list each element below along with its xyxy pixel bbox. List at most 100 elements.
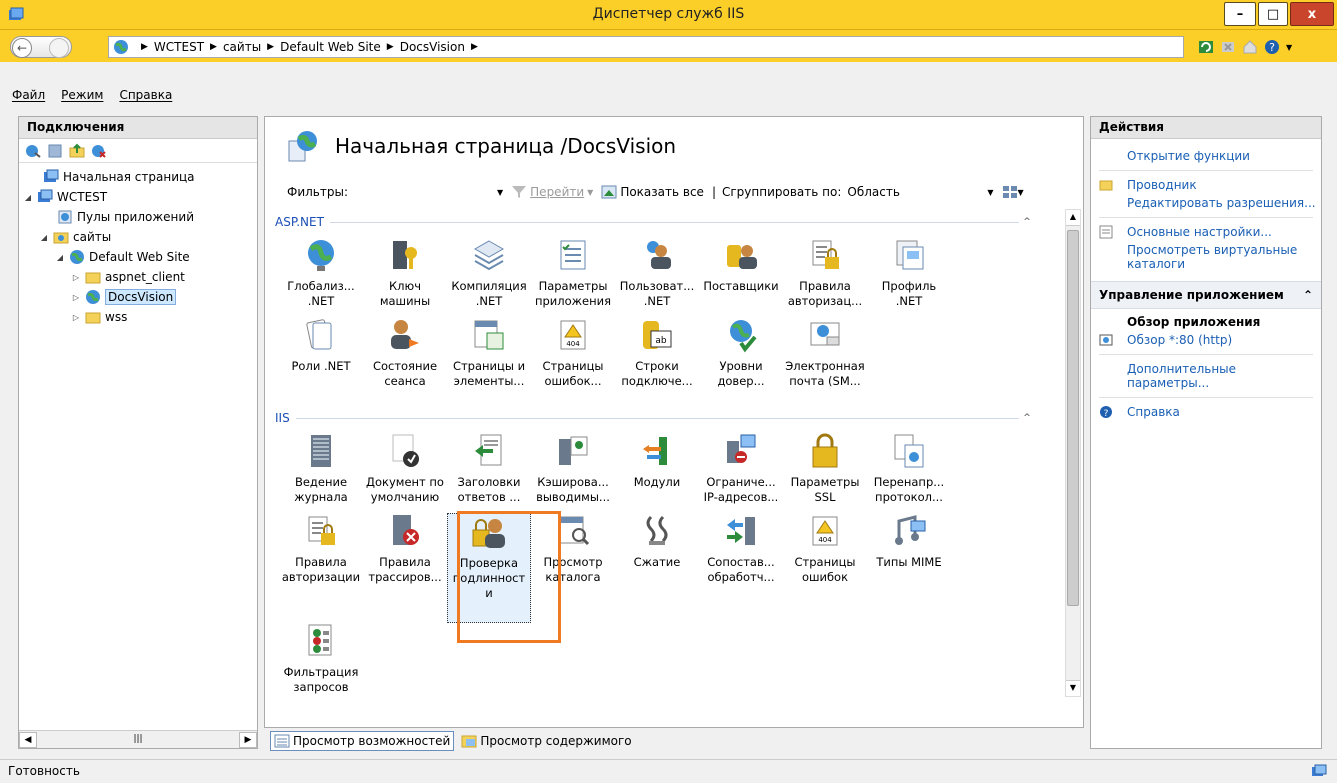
feature-ssl-settings[interactable]: Параметры SSL	[783, 433, 867, 513]
breadcrumb-item-sites[interactable]: сайты	[223, 40, 261, 54]
feature-compilation[interactable]: Компиляция .NET	[447, 237, 531, 317]
collapse-arrow-icon[interactable]: ▷	[71, 293, 81, 302]
feature-logging[interactable]: Ведение журнала	[279, 433, 363, 513]
feature-modules[interactable]: Модули	[615, 433, 699, 513]
feature-ip-restrictions[interactable]: Ограниче... IP-адресов...	[699, 433, 783, 513]
tree-item-start-page[interactable]: Начальная страница	[19, 167, 257, 187]
collapse-arrow-icon[interactable]: ▷	[71, 273, 81, 282]
feature-request-filtering[interactable]: Фильтрация запросов	[279, 623, 363, 713]
tree-item-default-site[interactable]: ◢ Default Web Site	[19, 247, 257, 267]
show-all-button[interactable]: Показать все	[601, 184, 704, 200]
disconnect-icon[interactable]	[91, 143, 107, 159]
menu-file[interactable]: Файл	[12, 88, 45, 102]
tab-features-view[interactable]: Просмотр возможностей	[270, 731, 455, 751]
feature-error-pages-iis[interactable]: 404 Страницы ошибок	[783, 513, 867, 593]
feature-pages-controls[interactable]: Страницы и элементы...	[447, 317, 531, 397]
tab-content-view[interactable]: Просмотр содержимого	[458, 732, 634, 750]
filter-dropdown-icon[interactable]: ▼	[497, 188, 503, 197]
maximize-button[interactable]: □	[1258, 2, 1288, 26]
feature-machine-key[interactable]: Ключ машины	[363, 237, 447, 317]
scroll-right-icon[interactable]: ▶	[239, 731, 257, 748]
feature-session-state[interactable]: Состояние сеанса	[363, 317, 447, 397]
view-mode-icon[interactable]	[1002, 184, 1018, 200]
feature-globalization[interactable]: Глобализ... .NET	[279, 237, 363, 317]
collapse-arrow-icon[interactable]: ▷	[71, 313, 81, 322]
home-icon[interactable]	[1242, 39, 1258, 55]
group-by-dropdown-icon[interactable]: ▼	[987, 188, 993, 197]
advanced-settings-link[interactable]: Дополнительные параметры...	[1091, 360, 1321, 392]
tree-item-server[interactable]: ◢ WCTEST	[19, 187, 257, 207]
feature-error-pages[interactable]: 404 Страницы ошибок...	[531, 317, 615, 397]
feature-connection-strings[interactable]: ab Строки подключе...	[615, 317, 699, 397]
feature-trust-levels[interactable]: Уровни довер...	[699, 317, 783, 397]
collapse-group-icon[interactable]: ^	[1019, 413, 1035, 423]
breadcrumb-item-site[interactable]: Default Web Site	[280, 40, 381, 54]
scroll-up-icon[interactable]: ▲	[1066, 210, 1080, 226]
feature-mime-types[interactable]: Типы MIME	[867, 513, 951, 593]
explorer-link[interactable]: Проводник	[1091, 176, 1321, 194]
collapse-group-icon[interactable]: ^	[1019, 217, 1035, 227]
help-dropdown-icon[interactable]: ▼	[1286, 43, 1292, 52]
feature-smtp-email[interactable]: Электронная почта (SM...	[783, 317, 867, 397]
feature-roles[interactable]: Роли .NET	[279, 317, 363, 397]
feature-users[interactable]: Пользоват... .NET	[615, 237, 699, 317]
svg-text:ab: ab	[655, 336, 667, 346]
scroll-left-icon[interactable]: ◀	[19, 731, 37, 748]
edit-permissions-link[interactable]: Редактировать разрешения...	[1091, 194, 1321, 212]
feature-app-settings[interactable]: Параметры приложения	[531, 237, 615, 317]
stop-icon[interactable]	[1220, 39, 1236, 55]
features-vscrollbar[interactable]: ▲ ▼	[1065, 209, 1081, 697]
feature-handler-mappings[interactable]: Сопостав... обработч...	[699, 513, 783, 593]
expand-arrow-icon[interactable]: ◢	[23, 193, 33, 202]
forward-button[interactable]	[49, 38, 69, 58]
view-virtual-dirs-link[interactable]: Просмотреть виртуальные каталоги	[1091, 241, 1321, 273]
feature-providers[interactable]: Поставщики	[699, 237, 783, 317]
open-feature-link[interactable]: Открытие функции	[1091, 147, 1321, 165]
breadcrumb-item-server[interactable]: WCTEST	[154, 40, 204, 54]
tree-item-docsvision[interactable]: ▷ DocsVision	[19, 287, 257, 307]
tree-item-app-pools[interactable]: Пулы приложений	[19, 207, 257, 227]
connections-title: Подключения	[19, 117, 257, 139]
menu-help[interactable]: Справка	[119, 88, 172, 102]
feature-response-headers[interactable]: Заголовки ответов ...	[447, 433, 531, 513]
group-header-aspnet[interactable]: ASP.NET ^	[275, 213, 1035, 231]
basic-settings-link[interactable]: Основные настройки...	[1091, 223, 1321, 241]
feature-default-document[interactable]: Документ по умолчанию	[363, 433, 447, 513]
tree-item-aspnet-client[interactable]: ▷ aspnet_client	[19, 267, 257, 287]
close-button[interactable]: x	[1290, 2, 1334, 26]
go-button[interactable]: Перейти ▼	[511, 184, 593, 200]
refresh-icon[interactable]	[1198, 39, 1214, 55]
menu-view[interactable]: Режим	[61, 88, 103, 102]
feature-failed-request-tracing[interactable]: Правила трассиров...	[363, 513, 447, 593]
up-folder-icon[interactable]	[69, 143, 85, 159]
expand-arrow-icon[interactable]: ◢	[55, 253, 65, 262]
feature-http-redirect[interactable]: Перенапр... протокол...	[867, 433, 951, 513]
feature-authorization-rules-iis[interactable]: Правила авторизации	[279, 513, 363, 593]
save-icon[interactable]	[47, 143, 63, 159]
feature-profile[interactable]: Профиль .NET	[867, 237, 951, 317]
feature-compression[interactable]: Сжатие	[615, 513, 699, 593]
connections-hscrollbar[interactable]: ◀ ||| ▶	[19, 730, 257, 748]
menu-bar: Файл Режим Справка	[0, 84, 1337, 106]
feature-authorization-rules[interactable]: Правила авторизац...	[783, 237, 867, 317]
group-by-select[interactable]: Область	[847, 185, 987, 199]
tree-item-wss[interactable]: ▷ wss	[19, 307, 257, 327]
group-header-iis[interactable]: IIS ^	[275, 409, 1035, 427]
collapse-section-icon[interactable]: ⌃	[1303, 288, 1313, 302]
scroll-down-icon[interactable]: ▼	[1066, 680, 1080, 696]
scroll-thumb[interactable]: |||	[123, 732, 153, 748]
help-icon[interactable]: ?	[1264, 39, 1280, 55]
breadcrumb-item-app[interactable]: DocsVision	[400, 40, 465, 54]
scroll-thumb[interactable]	[1067, 230, 1079, 606]
connect-icon[interactable]	[25, 143, 41, 159]
browse-http-link[interactable]: Обзор *:80 (http)	[1091, 331, 1321, 349]
minimize-button[interactable]: –	[1224, 2, 1256, 26]
manage-app-section-header[interactable]: Управление приложением ⌃	[1091, 281, 1321, 309]
feature-output-caching[interactable]: Кэширова... выводимы...	[531, 433, 615, 513]
tree-item-sites[interactable]: ◢ сайты	[19, 227, 257, 247]
breadcrumb[interactable]: ▶ WCTEST ▶ сайты ▶ Default Web Site ▶ Do…	[108, 36, 1184, 58]
help-link[interactable]: ? Справка	[1091, 403, 1321, 421]
expand-arrow-icon[interactable]: ◢	[39, 233, 49, 242]
back-button[interactable]: ←	[12, 38, 32, 58]
view-mode-dropdown-icon[interactable]: ▼	[1018, 188, 1024, 197]
